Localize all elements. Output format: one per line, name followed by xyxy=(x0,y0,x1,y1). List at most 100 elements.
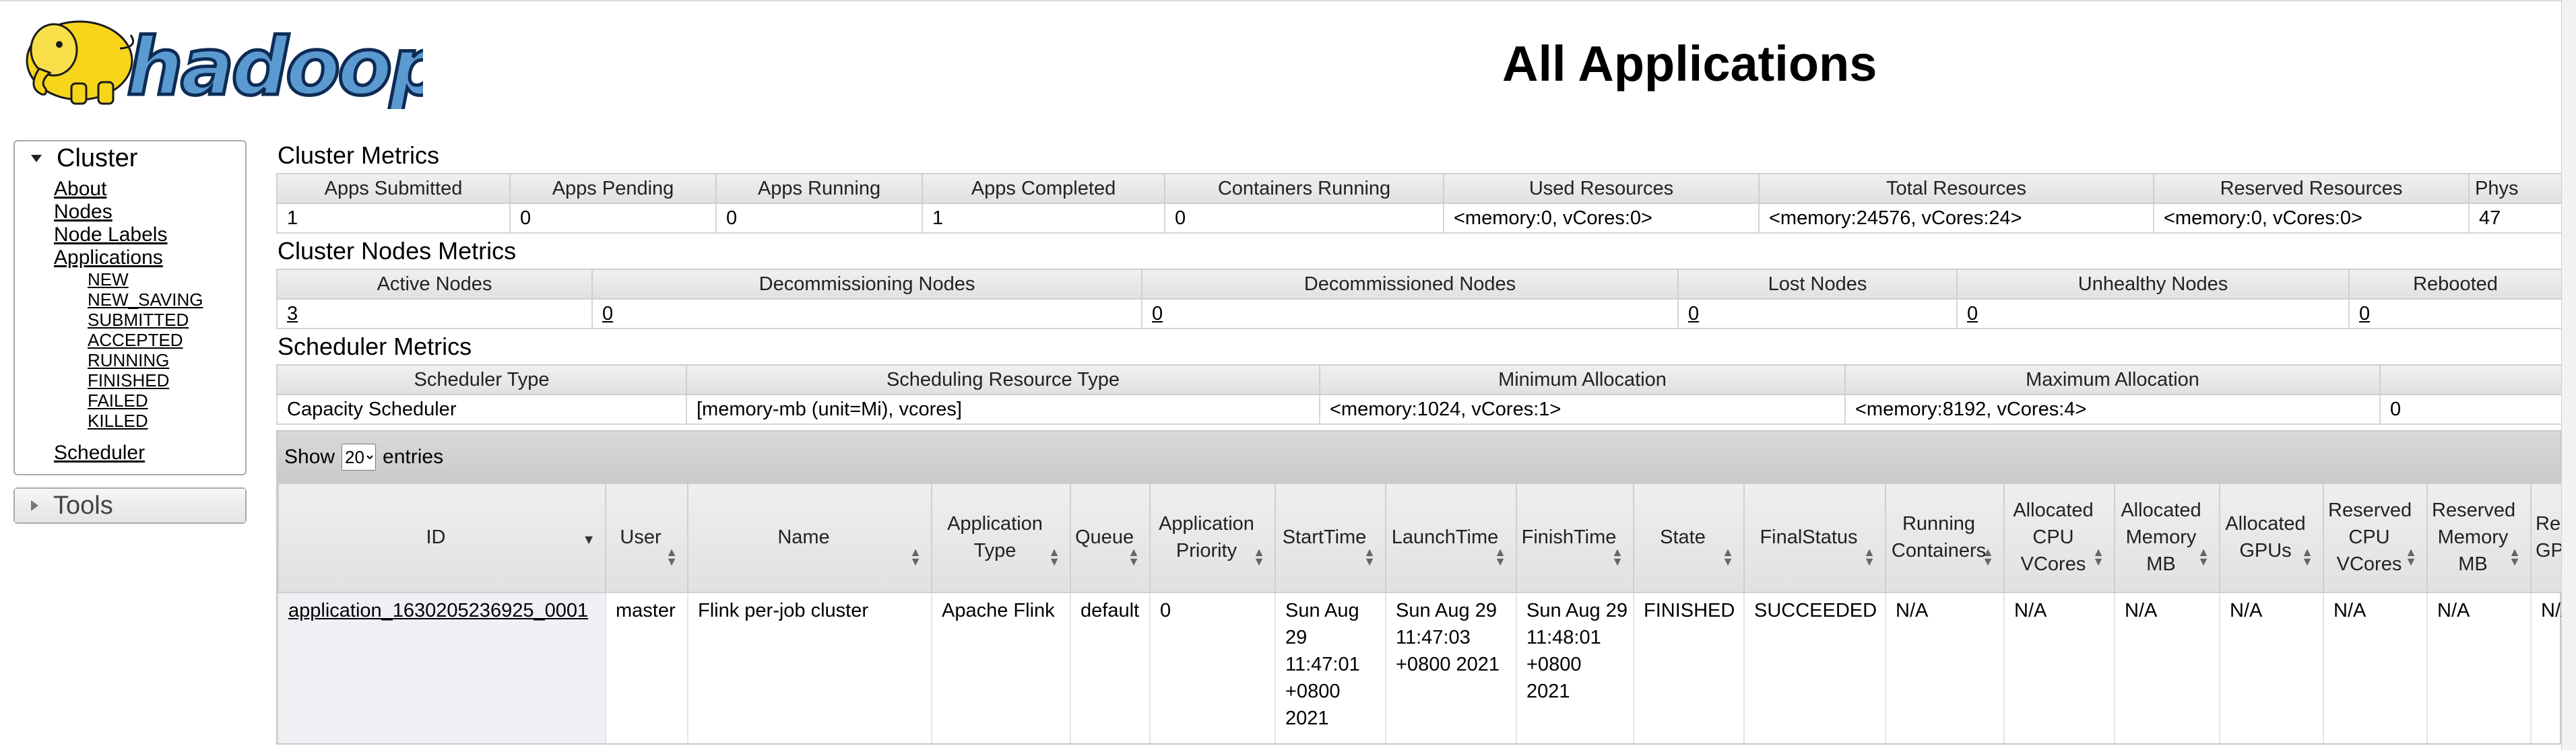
caret-down-icon xyxy=(31,154,42,162)
sort-icon: ▲ ▼ xyxy=(1363,545,1376,568)
tools-panel-label: Tools xyxy=(53,491,113,520)
caret-right-icon xyxy=(31,500,38,511)
scheduling-resource-type-value: [memory-mb (unit=Mi), vcores] xyxy=(686,395,1320,425)
tools-panel-header[interactable]: Tools xyxy=(15,489,245,522)
sort-icon: ▲ ▼ xyxy=(1722,545,1734,568)
app-final-status: SUCCEEDED xyxy=(1743,592,1886,743)
column-header-launch-time[interactable]: LaunchTime ▲ ▼ xyxy=(1385,483,1517,593)
sort-icon: ▲ ▼ xyxy=(2509,545,2521,568)
rebooted-nodes-cell: 0 xyxy=(2348,299,2563,329)
left-navigation: Cluster About Nodes Node Labels Applicat… xyxy=(13,140,247,536)
app-id-link[interactable]: application_1630205236925_0001 xyxy=(288,600,588,621)
column-header: Reserved Resources xyxy=(2153,173,2470,204)
column-header-name[interactable]: Name ▲ ▼ xyxy=(687,483,932,593)
column-header-finish-time[interactable]: FinishTime ▲ ▼ xyxy=(1516,483,1634,593)
column-header-id[interactable]: ID ▼ xyxy=(278,483,606,593)
minimum-allocation-value: <memory:1024, vCores:1> xyxy=(1319,395,1846,425)
table-row: application_1630205236925_0001 master Fl… xyxy=(278,592,2563,743)
total-resources-value: <memory:24576, vCores:24> xyxy=(1758,203,2154,234)
cluster-panel-header[interactable]: Cluster xyxy=(15,141,245,175)
column-header-final-status[interactable]: FinalStatus ▲ ▼ xyxy=(1743,483,1886,593)
decommissioning-nodes-cell: 0 xyxy=(591,299,1142,329)
nav-state-submitted[interactable]: SUBMITTED xyxy=(88,310,245,330)
column-header: Unhealthy Nodes xyxy=(1956,269,2350,300)
logo-wordmark: hadoop xyxy=(127,20,423,109)
physical-value: 47 xyxy=(2468,203,2563,234)
column-header-allocated-cpu[interactable]: Allocated CPU VCores ▲ ▼ xyxy=(2003,483,2115,593)
column-header-user[interactable]: User ▲ ▼ xyxy=(605,483,688,593)
app-allocated-gpus: N/A xyxy=(2219,592,2323,743)
nav-state-failed[interactable]: FAILED xyxy=(88,390,245,411)
app-reserved-memory: N/A xyxy=(2426,592,2531,743)
show-label: Show xyxy=(284,446,335,468)
column-header: Rebooted xyxy=(2348,269,2563,300)
app-running-containers: N/A xyxy=(1885,592,2004,743)
sort-desc-icon: ▼ xyxy=(582,533,595,547)
unhealthy-nodes-link[interactable]: 0 xyxy=(1967,303,1978,325)
app-reserved-gpus: N/A xyxy=(2530,592,2563,743)
column-header-application-type[interactable]: Application Type ▲ ▼ xyxy=(931,483,1071,593)
nodes-metrics-title: Cluster Nodes Metrics xyxy=(278,237,517,265)
column-header: Apps Pending xyxy=(509,173,717,204)
column-header-allocated-gpus[interactable]: Allocated GPUs ▲ ▼ xyxy=(2219,483,2324,593)
decommissioned-nodes-cell: 0 xyxy=(1141,299,1679,329)
nav-state-accepted[interactable]: ACCEPTED xyxy=(88,330,245,350)
cluster-metrics-table: Apps Submitted Apps Pending Apps Running… xyxy=(276,173,2563,234)
nav-link-node-labels[interactable]: Node Labels xyxy=(54,224,245,246)
tools-panel: Tools xyxy=(13,487,247,524)
column-header-start-time[interactable]: StartTime ▲ ▼ xyxy=(1275,483,1386,593)
rebooted-nodes-link[interactable]: 0 xyxy=(2359,303,2370,325)
scheduler-extra-value: 0 xyxy=(2379,395,2563,425)
decommissioned-nodes-link[interactable]: 0 xyxy=(1152,303,1163,325)
nav-state-new-saving[interactable]: NEW_SAVING xyxy=(88,289,245,310)
table-row: 1 0 0 1 0 <memory:0, vCores:0> <memory:2… xyxy=(276,203,2563,234)
app-finish-time: Sun Aug 29 11:48:01 +0800 2021 xyxy=(1516,592,1634,743)
nav-link-nodes[interactable]: Nodes xyxy=(54,201,245,224)
nav-state-finished[interactable]: FINISHED xyxy=(88,370,245,390)
app-reserved-cpu: N/A xyxy=(2323,592,2427,743)
lost-nodes-link[interactable]: 0 xyxy=(1688,303,1699,325)
applications-table-wrapper: Show 20 entries ID ▼ User ▲ ▼ Name ▲ ▼ Applic… xyxy=(276,430,2564,745)
vertical-scrollbar[interactable] xyxy=(2561,0,2576,750)
active-nodes-cell: 3 xyxy=(276,299,593,329)
column-header-reserved-gpus[interactable]: Res GPU xyxy=(2530,483,2564,593)
apps-completed-value: 1 xyxy=(922,203,1165,234)
nav-state-new[interactable]: NEW xyxy=(88,269,245,289)
column-header-reserved-memory[interactable]: Reserved Memory MB ▲ ▼ xyxy=(2426,483,2532,593)
column-header-reserved-cpu[interactable]: Reserved CPU VCores ▲ ▼ xyxy=(2323,483,2428,593)
sort-icon: ▲ ▼ xyxy=(1253,545,1265,568)
applications-table: ID ▼ User ▲ ▼ Name ▲ ▼ Application Type ▲ ▼ Que… xyxy=(278,483,2564,743)
used-resources-value: <memory:0, vCores:0> xyxy=(1443,203,1760,234)
column-header-allocated-memory[interactable]: Allocated Memory MB ▲ ▼ xyxy=(2114,483,2220,593)
sort-icon: ▲ ▼ xyxy=(2405,545,2417,568)
nav-state-killed[interactable]: KILLED xyxy=(88,411,245,431)
column-header-priority[interactable]: Application Priority ▲ ▼ xyxy=(1149,483,1276,593)
sort-icon: ▲ ▼ xyxy=(2301,545,2313,568)
page-title: All Applications xyxy=(1502,36,1877,92)
nav-state-running[interactable]: RUNNING xyxy=(88,350,245,370)
cluster-links: About Nodes Node Labels Applications NEW… xyxy=(15,175,245,474)
page-size-select[interactable]: 20 xyxy=(342,444,377,471)
column-header-queue[interactable]: Queue ▲ ▼ xyxy=(1070,483,1151,593)
column-header-running-containers[interactable]: Running Containers ▲ ▼ xyxy=(1885,483,2005,593)
app-launch-time: Sun Aug 29 11:47:03 +0800 2021 xyxy=(1385,592,1516,743)
sort-icon: ▲ ▼ xyxy=(2092,545,2104,568)
nav-link-applications[interactable]: Applications xyxy=(54,246,245,269)
decommissioning-nodes-link[interactable]: 0 xyxy=(602,303,613,325)
column-header: Decommissioning Nodes xyxy=(591,269,1142,300)
column-header-state[interactable]: State ▲ ▼ xyxy=(1633,483,1745,593)
nav-link-about[interactable]: About xyxy=(54,178,245,201)
column-header: Apps Completed xyxy=(922,173,1165,204)
sort-icon: ▲ ▼ xyxy=(909,545,922,568)
cluster-panel: Cluster About Nodes Node Labels Applicat… xyxy=(13,140,247,475)
sort-icon: ▲ ▼ xyxy=(2197,545,2210,568)
app-state: FINISHED xyxy=(1633,592,1744,743)
nav-link-scheduler[interactable]: Scheduler xyxy=(54,442,245,465)
column-header: Scheduler Type xyxy=(276,364,687,395)
column-header xyxy=(2379,364,2563,395)
table-row: Capacity Scheduler [memory-mb (unit=Mi),… xyxy=(276,395,2563,425)
column-header: Lost Nodes xyxy=(1677,269,1958,300)
table-length-control: Show 20 entries xyxy=(278,432,2560,483)
apps-submitted-value: 1 xyxy=(276,203,511,234)
active-nodes-link[interactable]: 3 xyxy=(287,303,298,325)
